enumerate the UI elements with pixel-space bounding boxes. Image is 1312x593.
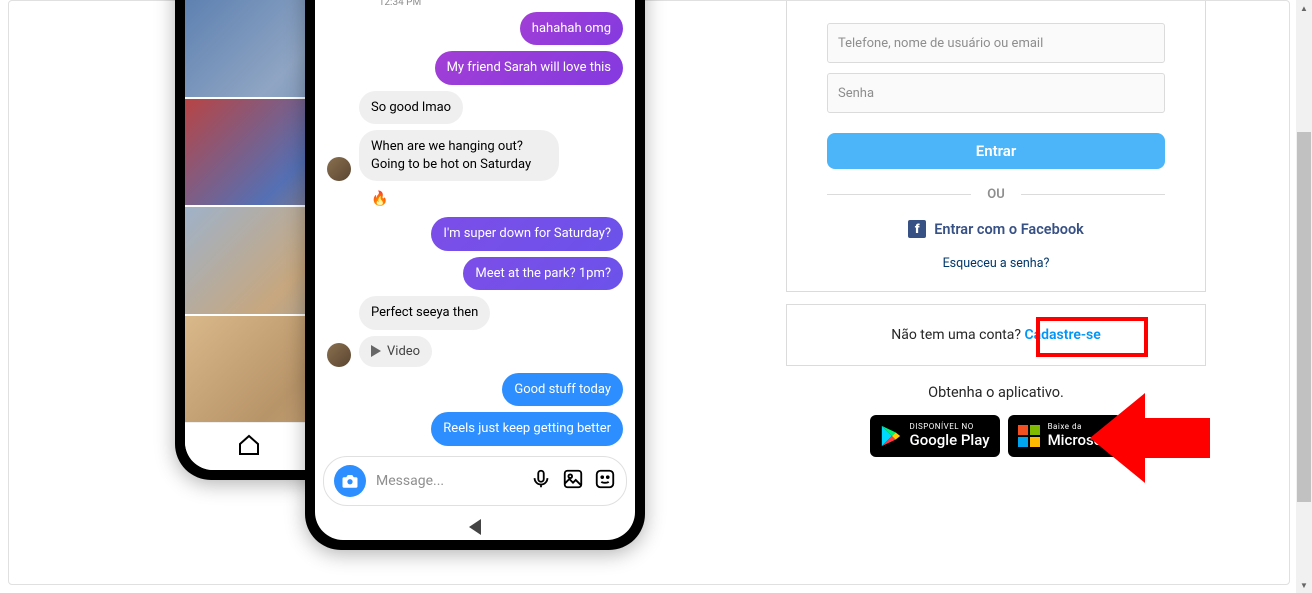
get-app-label: Obtenha o aplicativo. [928,384,1064,401]
msg-outgoing: Reels just keep getting better [431,412,623,446]
auth-panel: Entrar OU f Entrar com o Facebook Esquec… [680,0,1312,593]
signup-card: Não tem uma conta? Cadastre-se [786,304,1206,366]
message-input-bar[interactable]: Message... [323,456,627,506]
msg-incoming: When are we hanging out? Going to be hot… [359,130,559,181]
annotation-arrow-icon [1090,388,1210,488]
signup-link[interactable]: Cadastre-se [1024,327,1100,343]
scroll-up-icon[interactable]: ▲ [1296,0,1312,16]
avatar [327,343,351,367]
image-icon[interactable] [562,468,584,494]
password-input[interactable] [827,73,1165,113]
facebook-login-button[interactable]: f Entrar com o Facebook [908,220,1084,238]
msg-outgoing: hahahah omg [520,12,623,46]
back-icon[interactable] [469,519,481,535]
chat-timestamp: 12:34 PM [327,0,623,8]
reaction-fire: 🔥 [359,187,400,211]
or-label: OU [987,187,1005,202]
google-play-icon [880,424,902,448]
msg-incoming: Perfect seeya then [359,296,490,330]
microsoft-icon [1018,425,1040,447]
facebook-icon: f [908,220,926,238]
avatar-spacer [327,306,351,330]
msg-outgoing: Good stuff today [502,373,623,407]
forgot-password-link[interactable]: Esqueceu a senha? [943,256,1050,271]
message-input[interactable]: Message... [376,473,520,489]
play-icon [371,345,381,357]
chat-thread: lmao 12:34 PM hahahah omg My friend Sara… [315,0,635,456]
no-account-text: Não tem uma conta? [891,327,1024,343]
signup-prompt: Não tem uma conta? Cadastre-se [891,327,1101,343]
mic-icon[interactable] [530,468,552,494]
msg-outgoing: My friend Sarah will love this [435,51,623,85]
avatar-spacer [327,100,351,124]
scroll-thumb[interactable] [1297,132,1311,502]
phone-right: lmao 12:34 PM hahahah omg My friend Sara… [305,0,645,550]
camera-button[interactable] [334,465,366,497]
store-badges: DISPONÍVEL NO Google Play Baixe da Micro… [870,415,1123,457]
msg-video-attachment: Video [359,336,432,367]
home-icon[interactable] [237,433,261,461]
login-button[interactable]: Entrar [827,133,1165,169]
phones-showcase: lmao 12:34 PM hahahah omg My friend Sara… [0,0,680,593]
vertical-scrollbar[interactable]: ▲ ▼ [1296,0,1312,593]
msg-outgoing: I'm super down for Saturday? [431,217,623,251]
android-nav-bar [315,514,635,540]
scroll-down-icon[interactable]: ▼ [1296,577,1312,593]
facebook-login-label: Entrar com o Facebook [934,221,1084,238]
msg-incoming: So good lmao [359,91,463,125]
gplay-big: Google Play [910,432,990,449]
video-label: Video [387,344,420,359]
login-card: Entrar OU f Entrar com o Facebook Esquec… [786,0,1206,292]
avatar-spacer [327,187,351,211]
msg-outgoing: Meet at the park? 1pm? [463,257,623,291]
or-divider: OU [827,187,1165,202]
google-play-badge[interactable]: DISPONÍVEL NO Google Play [870,415,1000,457]
sticker-icon[interactable] [594,468,616,494]
avatar [327,157,351,181]
username-input[interactable] [827,23,1165,63]
